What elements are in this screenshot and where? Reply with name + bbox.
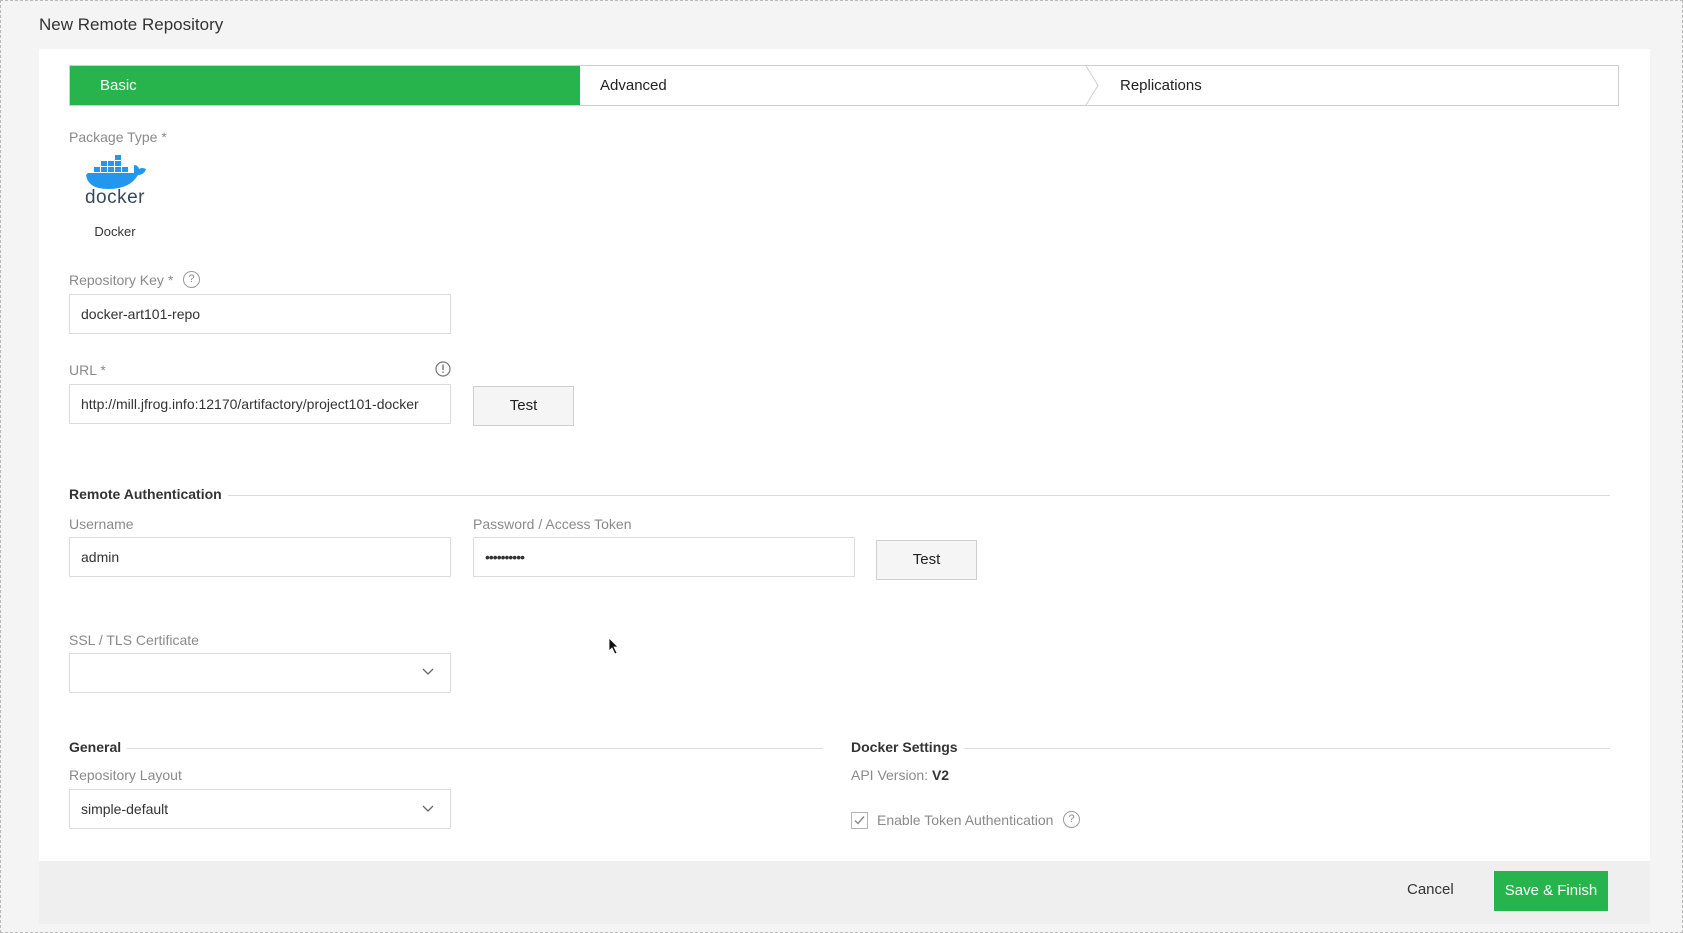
step-advanced[interactable]: Advanced xyxy=(590,66,667,105)
dialog-footer: Cancel Save & Finish xyxy=(39,861,1650,924)
repo-layout-select[interactable]: simple-default xyxy=(69,789,451,829)
package-type-name: Docker xyxy=(94,224,136,239)
ssl-chevron-down-icon xyxy=(422,668,434,675)
api-version-row: API Version: V2 xyxy=(851,767,949,783)
repo-key-help-icon[interactable]: ? xyxy=(183,271,200,288)
token-auth-checkbox[interactable] xyxy=(851,812,868,829)
ssl-select[interactable] xyxy=(69,653,451,693)
step-basic[interactable]: Basic xyxy=(70,66,580,105)
username-label: Username xyxy=(69,516,134,532)
docker-package-tile[interactable]: docker Docker xyxy=(81,153,151,243)
repo-key-label: Repository Key * xyxy=(69,272,174,288)
step-basic-arrow xyxy=(562,66,574,104)
step-replications[interactable]: Replications xyxy=(1110,66,1202,105)
check-icon xyxy=(854,816,865,825)
repo-layout-label: Repository Layout xyxy=(69,767,182,783)
docker-settings-divider xyxy=(851,748,1610,749)
token-auth-help-icon[interactable]: ? xyxy=(1063,811,1080,828)
general-title: General xyxy=(69,739,128,755)
url-info-icon[interactable] xyxy=(435,361,451,377)
package-type-label: Package Type * xyxy=(69,129,167,145)
wizard-steps: Basic Advanced Replications xyxy=(69,65,1619,106)
repo-key-input[interactable]: docker-art101-repo xyxy=(69,294,451,334)
auth-test-button[interactable]: Test xyxy=(876,540,977,580)
api-version-label: API Version: xyxy=(851,767,929,783)
url-test-button[interactable]: Test xyxy=(473,386,574,426)
window-frame: New Remote Repository Basic Advanced Rep… xyxy=(0,0,1683,933)
dialog-title: New Remote Repository xyxy=(39,15,224,34)
url-label: URL * xyxy=(69,362,106,378)
remote-auth-title: Remote Authentication xyxy=(69,486,228,502)
cancel-button[interactable]: Cancel xyxy=(1407,881,1454,898)
save-finish-button[interactable]: Save & Finish xyxy=(1494,871,1608,911)
docker-settings-title: Docker Settings xyxy=(851,739,964,755)
url-input[interactable]: http://mill.jfrog.info:12170/artifactory… xyxy=(69,384,451,424)
general-divider xyxy=(69,748,823,749)
token-auth-label: Enable Token Authentication xyxy=(877,812,1054,828)
step-separator-icon xyxy=(1085,66,1099,105)
dialog-card: Basic Advanced Replications Package Type… xyxy=(39,49,1650,924)
docker-logo-text: docker xyxy=(84,187,146,208)
layout-chevron-down-icon xyxy=(422,805,434,812)
ssl-label: SSL / TLS Certificate xyxy=(69,632,199,648)
api-version-value: V2 xyxy=(931,767,950,783)
password-input[interactable]: •••••••••• xyxy=(473,537,855,577)
mouse-cursor-icon xyxy=(608,637,619,655)
username-input[interactable]: admin xyxy=(69,537,451,577)
password-label: Password / Access Token xyxy=(473,516,632,532)
remote-auth-divider xyxy=(69,495,1610,496)
